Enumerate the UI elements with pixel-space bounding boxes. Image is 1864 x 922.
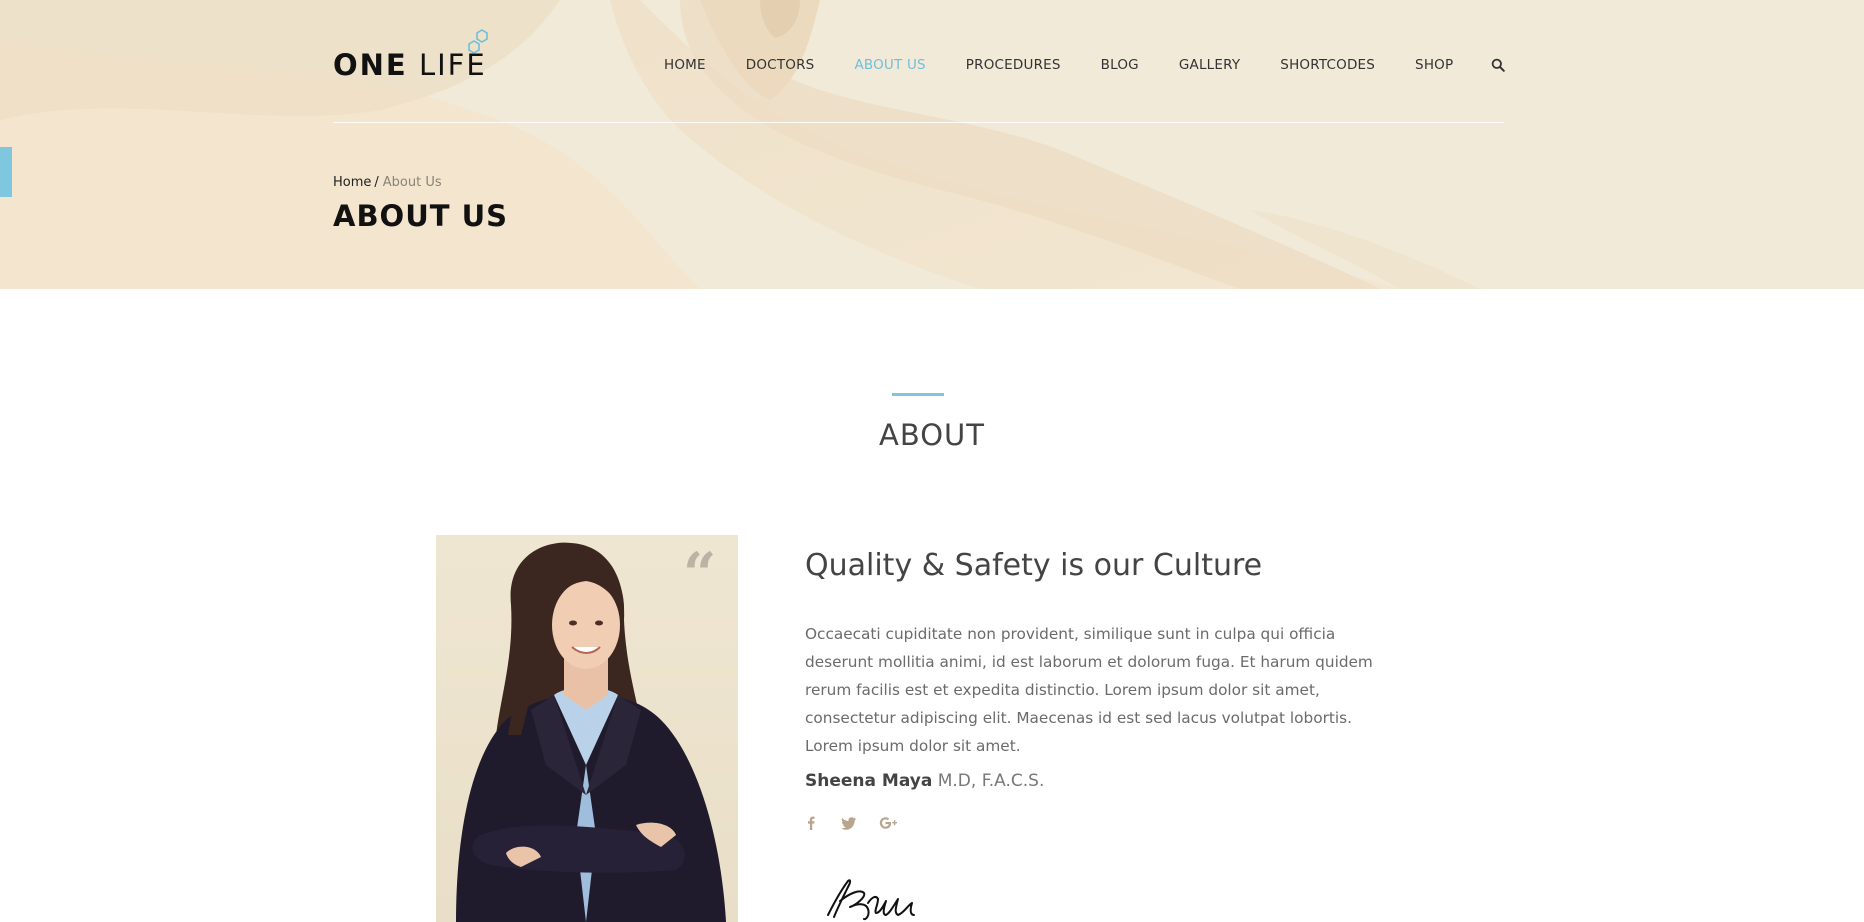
section-title: ABOUT bbox=[879, 418, 985, 452]
nav-item-gallery[interactable]: GALLERY bbox=[1179, 57, 1240, 73]
twitter-icon[interactable] bbox=[841, 815, 857, 831]
doctor-signature bbox=[827, 879, 915, 921]
hero-banner bbox=[0, 0, 1864, 289]
google-plus-icon[interactable] bbox=[879, 815, 898, 831]
side-panel-tab[interactable] bbox=[0, 147, 12, 197]
nav-item-doctors[interactable]: DOCTORS bbox=[746, 57, 815, 73]
breadcrumb-separator: / bbox=[374, 175, 379, 190]
doctor-name: Sheena Maya bbox=[805, 771, 933, 791]
breadcrumb-current: About Us bbox=[382, 175, 442, 190]
nav-item-about-us[interactable]: ABOUT US bbox=[854, 57, 925, 73]
logo-bold-text: ONE bbox=[333, 48, 408, 82]
breadcrumb: Home / About Us bbox=[333, 175, 442, 190]
social-links bbox=[803, 815, 898, 831]
page-title: ABOUT US bbox=[333, 199, 509, 233]
about-heading: Quality & Safety is our Culture bbox=[805, 548, 1263, 583]
nav-divider bbox=[333, 122, 1504, 123]
nav-item-home[interactable]: HOME bbox=[664, 57, 706, 73]
nav-item-shop[interactable]: SHOP bbox=[1415, 57, 1453, 73]
facebook-icon[interactable] bbox=[803, 815, 819, 831]
section-accent-line bbox=[892, 393, 944, 396]
breadcrumb-home-link[interactable]: Home bbox=[333, 175, 371, 190]
search-icon[interactable] bbox=[1491, 58, 1506, 72]
doctor-credentials: M.D, F.A.C.S. bbox=[937, 771, 1045, 791]
about-body-text: Occaecati cupiditate non provident, simi… bbox=[805, 625, 1373, 755]
doctor-byline: Sheena Maya M.D, F.A.C.S. bbox=[805, 771, 1044, 791]
logo-hexagon-icon bbox=[468, 29, 488, 54]
quote-icon: “ bbox=[683, 540, 717, 608]
logo[interactable]: ONE LIFE bbox=[333, 28, 493, 82]
logo-wordmark: ONE LIFE bbox=[333, 48, 487, 82]
nav-item-blog[interactable]: BLOG bbox=[1101, 57, 1139, 73]
nav-item-procedures[interactable]: PROCEDURES bbox=[966, 57, 1061, 73]
hero-background-image bbox=[0, 0, 1864, 289]
nav-item-shortcodes[interactable]: SHORTCODES bbox=[1280, 57, 1375, 73]
main-nav: HOME DOCTORS ABOUT US PROCEDURES BLOG GA… bbox=[664, 55, 1506, 75]
